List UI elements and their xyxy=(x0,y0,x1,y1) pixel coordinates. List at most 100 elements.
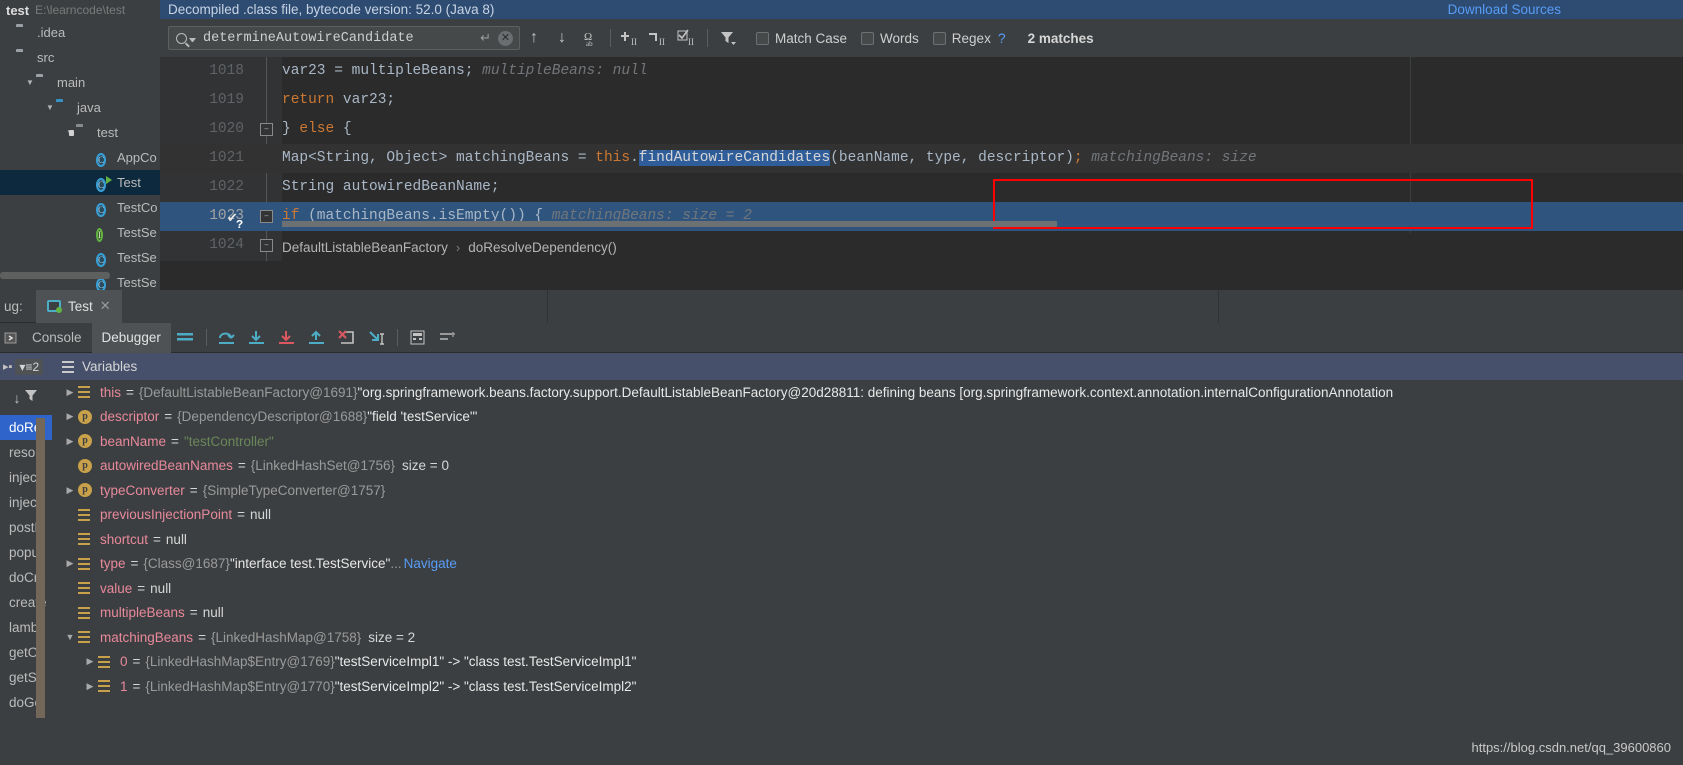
remove-occurrence-button[interactable]: II xyxy=(645,24,673,52)
tree-item-test[interactable]: ▼test xyxy=(0,120,160,145)
chevron-down-icon[interactable]: ▼ xyxy=(24,78,36,87)
chevron-down-icon[interactable]: ▼ xyxy=(62,632,78,642)
line-number: 1019 xyxy=(209,92,244,108)
field-icon xyxy=(78,582,94,595)
sort-down-icon[interactable]: ↓ xyxy=(14,390,21,406)
chevron-right-icon[interactable]: ▶ xyxy=(62,411,78,422)
tree-item--idea[interactable]: .idea xyxy=(0,20,160,45)
add-occurrence-button[interactable]: II xyxy=(617,24,645,52)
frames-count-badge[interactable]: ▾≡2 xyxy=(15,358,44,375)
tree-item-main[interactable]: ▼ main xyxy=(0,70,160,95)
breadcrumb-class[interactable]: DefaultListableBeanFactory xyxy=(282,240,448,255)
frames-scrollbar[interactable] xyxy=(36,418,45,718)
tree-item-test[interactable]: C Test xyxy=(0,170,160,195)
chevron-right-icon[interactable]: ▶ xyxy=(62,436,78,447)
breakpoint-icon[interactable]: ✔? xyxy=(222,206,243,232)
project-tree-panel: test E:\learncode\test .idea src ▼ main ▼ jav… xyxy=(0,0,160,290)
code-editor-area[interactable]: 1018 var23 = multipleBeans; multipleBean… xyxy=(160,57,1683,261)
code-line-1020[interactable]: 1020 – } else { xyxy=(160,115,1683,144)
step-into-button[interactable] xyxy=(242,323,272,353)
fold-marker-icon[interactable]: – xyxy=(260,210,273,223)
drop-frame-button[interactable] xyxy=(332,323,362,353)
variable-ref: {Class@1687} xyxy=(143,556,230,572)
variable-row[interactable]: shortcut = null xyxy=(52,527,1683,552)
variable-name: type xyxy=(100,556,126,572)
tab-console[interactable]: Console xyxy=(22,323,92,353)
search-icon xyxy=(176,32,187,44)
editor-horizontal-scrollbar[interactable] xyxy=(282,221,1057,227)
class-icon: C xyxy=(96,152,107,167)
equals-sign: = xyxy=(171,433,179,449)
code-line-1018[interactable]: 1018 var23 = multipleBeans; multipleBean… xyxy=(160,57,1683,86)
chevron-right-icon[interactable]: ▶ xyxy=(62,485,78,496)
search-field-wrapper[interactable]: ↵ ✕ xyxy=(168,26,520,50)
match-case-checkbox[interactable]: Match Case xyxy=(756,31,847,46)
breadcrumb-method[interactable]: doResolveDependency() xyxy=(468,240,617,255)
select-all-occurrences-button[interactable]: II xyxy=(673,24,701,52)
variable-row[interactable]: previousInjectionPoint = null xyxy=(52,503,1683,528)
field-icon xyxy=(78,508,94,521)
regex-checkbox[interactable]: Regex xyxy=(932,31,991,46)
breadcrumb[interactable]: DefaultListableBeanFactory › doResolveDe… xyxy=(282,233,1683,261)
variable-row[interactable]: ▶ p beanName = "testController" xyxy=(52,429,1683,454)
words-checkbox[interactable]: Words xyxy=(861,31,919,46)
navigate-link[interactable]: Navigate xyxy=(404,556,457,571)
step-over-button[interactable] xyxy=(212,323,242,353)
find-next-button[interactable]: ↓ xyxy=(548,24,576,52)
filter-button[interactable] xyxy=(714,24,742,52)
filter-icon[interactable] xyxy=(23,387,39,408)
tree-item-testse[interactable]: C TestSe xyxy=(0,245,160,270)
project-tree-scrollbar[interactable] xyxy=(0,272,110,279)
variable-row[interactable]: p autowiredBeanNames = {LinkedHashSet@1756}… xyxy=(52,454,1683,479)
code-token-plain: String autowiredBeanName; xyxy=(282,179,500,195)
fold-marker-icon[interactable]: – xyxy=(260,123,273,136)
search-input[interactable] xyxy=(203,30,481,46)
project-tree-header: test E:\learncode\test xyxy=(0,0,160,20)
code-line-1022[interactable]: 1022 String autowiredBeanName; xyxy=(160,173,1683,202)
tab-debugger[interactable]: Debugger xyxy=(91,322,171,353)
expand-panel-button[interactable] xyxy=(0,331,22,345)
code-token-kw: ; xyxy=(1073,150,1083,166)
tree-item-testco[interactable]: C TestCo xyxy=(0,195,160,220)
code-line-1019[interactable]: 1019 return var23; xyxy=(160,86,1683,115)
chevron-right-icon[interactable]: ▶ xyxy=(82,681,98,692)
tree-item-appco[interactable]: C AppCo xyxy=(0,145,160,170)
frames-panel[interactable]: ▸▪ ▾≡2 ↓ doRe resolv inject inject postP popu… xyxy=(0,353,52,765)
help-icon[interactable]: ? xyxy=(998,30,1006,46)
chevron-down-icon[interactable] xyxy=(189,38,196,42)
chevron-down-icon[interactable]: ▼ xyxy=(44,103,56,112)
tree-item-src[interactable]: src xyxy=(0,45,160,70)
force-step-into-button[interactable] xyxy=(272,323,302,353)
download-sources-link[interactable]: Download Sources xyxy=(1448,0,1561,19)
close-icon[interactable]: ✕ xyxy=(498,30,513,46)
variable-row[interactable]: ▶ 1 = {LinkedHashMap$Entry@1770} "testServi… xyxy=(52,674,1683,699)
evaluate-expression-button[interactable] xyxy=(403,323,433,353)
variables-panel[interactable]: Variables ▶ this = {DefaultListableBeanFact… xyxy=(52,353,1683,765)
chevron-right-icon[interactable]: ▶ xyxy=(62,387,78,398)
tree-item-java[interactable]: ▼ java xyxy=(0,95,160,120)
show-execution-point-button[interactable] xyxy=(171,323,201,353)
close-icon[interactable]: ✕ xyxy=(100,298,111,314)
tree-item-testse[interactable]: I TestSe xyxy=(0,220,160,245)
step-out-button[interactable] xyxy=(302,323,332,353)
chevron-right-icon[interactable]: ▶ xyxy=(82,656,98,667)
variable-row[interactable]: multipleBeans = null xyxy=(52,601,1683,626)
find-all-omega-button[interactable]: Ω ab xyxy=(576,24,604,52)
variable-row[interactable]: ▶ type = {Class@1687} "interface test.TestS… xyxy=(52,552,1683,577)
fold-marker-icon[interactable]: – xyxy=(260,239,273,252)
session-tab-test[interactable]: Test ✕ xyxy=(36,289,122,323)
variable-row[interactable]: ▼ matchingBeans = {LinkedHashMap@1758} size… xyxy=(52,625,1683,650)
find-previous-button[interactable]: ↑ xyxy=(520,24,548,52)
variable-row[interactable]: ▶ p typeConverter = {SimpleTypeConverter@175… xyxy=(52,478,1683,503)
run-to-cursor-button[interactable] xyxy=(362,323,392,353)
variable-row[interactable]: ▶ 0 = {LinkedHashMap$Entry@1769} "testServi… xyxy=(52,650,1683,675)
code-line-1021[interactable]: 1021 Map<String, Object> matchingBeans =… xyxy=(160,144,1683,173)
variable-row[interactable]: value = null xyxy=(52,576,1683,601)
variable-row[interactable]: ▶ p descriptor = {DependencyDescriptor@1688}… xyxy=(52,405,1683,430)
layout-settings-icon xyxy=(439,331,455,340)
chevron-right-icon[interactable]: ▶ xyxy=(62,558,78,569)
settings-button[interactable] xyxy=(433,323,463,353)
frames-pin-icon[interactable]: ▸▪ xyxy=(0,360,12,373)
tree-item-label: AppCo xyxy=(117,150,157,165)
variable-row[interactable]: ▶ this = {DefaultListableBeanFactory@1691} … xyxy=(52,380,1683,405)
